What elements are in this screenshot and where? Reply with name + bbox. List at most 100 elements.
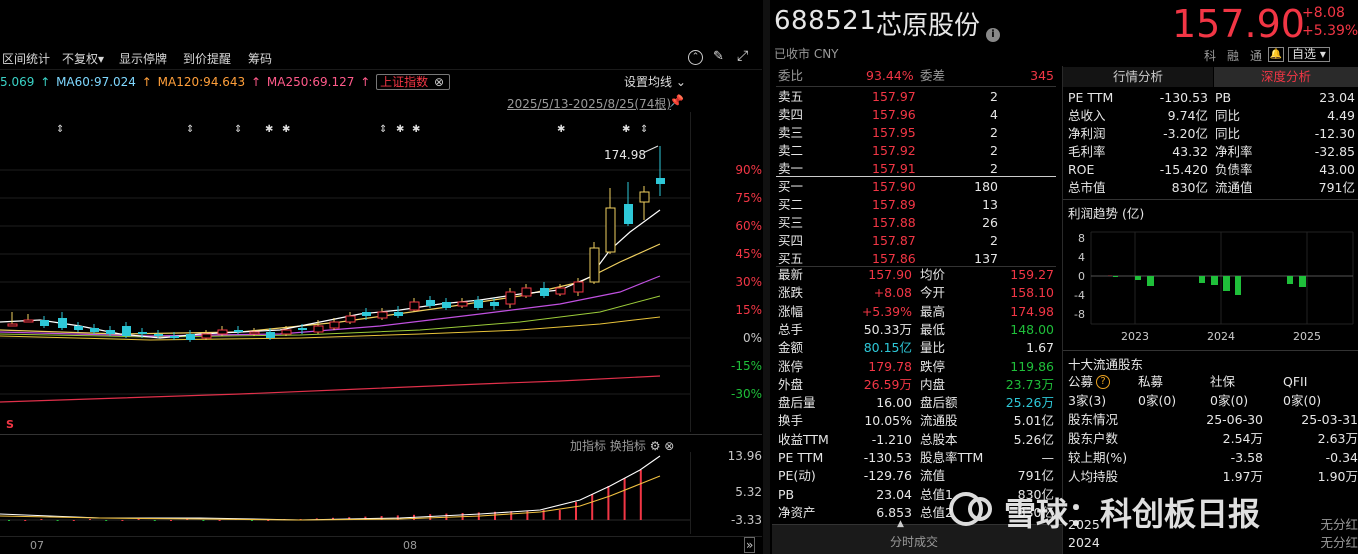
stat-label: 总股本 xyxy=(920,431,958,447)
holder-type-private: 私募 xyxy=(1138,374,1164,389)
close-icon: ⊗ xyxy=(433,75,445,89)
candle xyxy=(394,306,403,318)
ask-label: 卖二 xyxy=(778,143,804,158)
tab-market-analysis[interactable]: 行情分析 xyxy=(1063,67,1213,87)
price-change: +8.08 xyxy=(1302,5,1345,21)
bid-volume: 180 xyxy=(974,179,998,194)
kline-main-svg[interactable]: ⇕ ⇕ ⇕ ✱ ✱ ⇕ ✱ ✱ ✱ ✱ ⇕ 174.98 xyxy=(0,112,690,432)
metric-value: 791亿 xyxy=(1318,180,1355,195)
draw-pen-icon[interactable]: ✎ xyxy=(713,49,724,64)
pct-tick: 15% xyxy=(735,303,762,317)
holder-stat-label: 人均持股 xyxy=(1068,469,1119,484)
metric-label: 总市值 xyxy=(1068,180,1106,195)
ma5-line xyxy=(0,209,661,339)
macd-bar xyxy=(24,520,27,521)
sub-indicator-svg[interactable] xyxy=(0,452,690,534)
bid-price: 157.89 xyxy=(872,197,916,212)
event-marker: ✱ xyxy=(412,124,420,135)
stat-label: 总手 xyxy=(778,321,804,337)
bid-volume: 13 xyxy=(982,197,998,212)
collapse-up-icon[interactable]: ⌃ xyxy=(688,50,703,65)
stat-value: 174.98 xyxy=(1010,303,1054,319)
metric-label: 同比 xyxy=(1215,126,1241,141)
help-icon[interactable]: ? xyxy=(1096,375,1110,389)
profit-bars xyxy=(1108,275,1306,295)
profit-ytick: -4 xyxy=(1074,289,1085,302)
holder-type-qfii: QFII xyxy=(1283,374,1308,389)
stat-value: 179.78 xyxy=(868,358,912,374)
stat-value: 5.01亿 xyxy=(1013,413,1054,429)
metric-row: 净利润 -3.20亿 同比 -12.30 xyxy=(1063,125,1358,143)
profit-bar xyxy=(1199,276,1205,283)
toolbar-adjust-select[interactable]: 不复权▾ xyxy=(62,50,104,67)
macd-bar xyxy=(105,520,108,521)
watchlist-button[interactable]: 自选 ▾ xyxy=(1288,47,1330,62)
switch-indicator-button[interactable]: 换指标 xyxy=(610,439,646,453)
dif-line xyxy=(0,455,661,521)
stat-label: 涨停 xyxy=(778,358,804,374)
expand-up-icon[interactable]: ▲ xyxy=(897,519,904,529)
pin-icon[interactable]: 📌 xyxy=(669,94,684,108)
macd-bar xyxy=(639,470,642,520)
metric-row: ROE -15.420 负债率 43.00 xyxy=(1063,161,1358,179)
metric-label: 流通值 xyxy=(1215,180,1253,195)
gear-icon[interactable]: ⚙ xyxy=(650,439,661,453)
macd-bar xyxy=(526,510,529,520)
holder-stat-label: 股东户数 xyxy=(1068,431,1119,446)
macd-bar xyxy=(170,520,172,521)
kline-chart-pane[interactable]: 区间统计 不复权▾ 显示停牌 到价提醒 筹码 ⌃ ✎ ⤢ 5.069 ↑ MA6… xyxy=(0,0,762,554)
stat-value: +5.39% xyxy=(861,303,912,319)
scroll-end-button[interactable]: » xyxy=(744,537,756,553)
holder-stat-row: 股东户数 2.54万 2.63万 xyxy=(1063,430,1358,448)
metric-label: 负债率 xyxy=(1215,162,1253,177)
metric-value: 4.49 xyxy=(1327,108,1355,123)
stat-value: 791亿 xyxy=(1017,468,1054,484)
order-book-panel: 委比 93.44% 委差 345 卖五 157.97 2 卖四 157.96 4 卖三 157… xyxy=(772,66,1062,554)
event-marker: ✱ xyxy=(282,124,290,135)
ask-volume: 2 xyxy=(990,125,998,140)
macd-bars xyxy=(8,470,642,521)
stock-code: 688521 xyxy=(774,6,877,36)
close-icon[interactable]: ⊗ xyxy=(664,439,674,453)
stat-value: 23.73万 xyxy=(1005,376,1054,392)
ma-prev-value: 5.069 xyxy=(0,75,35,89)
bell-icon[interactable]: 🔔 xyxy=(1268,47,1284,62)
profit-trend-chart: 8 4 0 -4 -8 2023 2024 2025 xyxy=(1074,231,1354,343)
ask-row: 卖四 157.96 4 xyxy=(772,106,1062,124)
tab-deep-analysis[interactable]: 深度分析 xyxy=(1214,67,1358,87)
stat-label: 金额 xyxy=(778,340,804,356)
add-indicator-button[interactable]: 加指标 xyxy=(570,439,606,453)
ma60-arrow-icon: ↑ xyxy=(40,75,51,89)
metric-value: -15.420 xyxy=(1159,162,1208,177)
holder-stat-previous: 1.90万 xyxy=(1317,469,1358,484)
candle xyxy=(217,326,228,336)
stat-row: 总手 50.33万 最低 148.00 xyxy=(772,321,1062,339)
toolbar-range-stats[interactable]: 区间统计 xyxy=(2,50,50,67)
info-icon[interactable]: i xyxy=(986,28,1000,42)
candle xyxy=(345,312,356,324)
chart-toolbar: 区间统计 不复权▾ 显示停牌 到价提醒 筹码 ⌃ ✎ ⤢ xyxy=(0,44,762,70)
tag-connect: 通 xyxy=(1250,49,1263,63)
ask-row: 卖二 157.92 2 xyxy=(772,142,1062,160)
metric-label: 净利率 xyxy=(1215,144,1253,159)
fullscreen-icon[interactable]: ⤢ xyxy=(737,48,748,64)
ma-settings-button[interactable]: 设置均线 ⌄ xyxy=(624,73,686,90)
pct-tick: -30% xyxy=(730,387,762,401)
holder-count: 3家(3) xyxy=(1068,393,1107,408)
stat-label: 盘后额 xyxy=(920,395,958,411)
splitter[interactable] xyxy=(763,0,770,554)
weibi-row: 委比 93.44% 委差 345 xyxy=(772,67,1062,85)
event-marker: ⇕ xyxy=(640,124,648,135)
toolbar-chips[interactable]: 筹码 xyxy=(248,50,272,67)
quote-header: 688521 芯原股份 i 已收市 CNY 157.90 +8.08 +5.39… xyxy=(772,0,1358,66)
stat-row: 金额 80.15亿 量比 1.67 xyxy=(772,339,1062,357)
toolbar-show-suspended[interactable]: 显示停牌 xyxy=(119,50,167,67)
index-toggle-button[interactable]: 上证指数 ⊗ xyxy=(376,74,451,90)
stat-value: +8.08 xyxy=(873,285,912,301)
profit-bar xyxy=(1211,276,1218,285)
dividend-value: 无分红 xyxy=(1320,517,1358,532)
holder-stat-previous: -0.34 xyxy=(1325,450,1358,465)
toolbar-price-alert[interactable]: 到价提醒 xyxy=(183,50,231,67)
holder-stat-current: 2.54万 xyxy=(1222,431,1263,446)
watermark-text: 雪球：科创板日报 xyxy=(1004,495,1261,533)
